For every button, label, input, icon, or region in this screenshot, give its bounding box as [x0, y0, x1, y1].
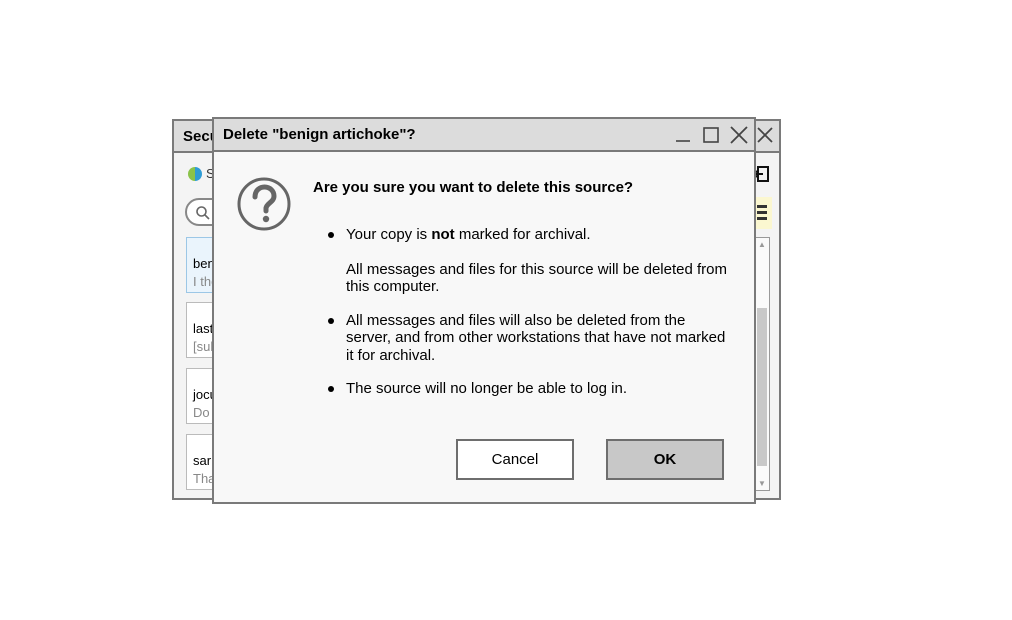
- bullet-dot: [328, 317, 334, 324]
- dialog-headline: Are you sure you want to delete this sou…: [313, 179, 634, 196]
- archival-detail-text: All messages and files for this source w…: [346, 260, 728, 296]
- list-item: Your copy is not marked for archival. Al…: [328, 226, 732, 296]
- maximize-icon[interactable]: [700, 124, 722, 146]
- login-revoked-text: The source will no longer be able to log…: [346, 380, 628, 397]
- consequence-list: Your copy is not marked for archival. Al…: [328, 226, 732, 414]
- source-name: sar: [193, 453, 212, 468]
- server-deletion-text: All messages and files will also be dele…: [346, 311, 726, 364]
- scroll-down-icon[interactable]: ▼: [758, 479, 766, 488]
- source-preview: [sul: [193, 339, 214, 354]
- list-item: The source will no longer be able to log…: [328, 380, 732, 398]
- dialog-title: Delete "benign artichoke"?: [223, 126, 416, 143]
- question-icon: [237, 177, 291, 231]
- minimize-icon[interactable]: [672, 124, 694, 146]
- sync-status[interactable]: S: [188, 166, 215, 181]
- ok-button[interactable]: OK: [606, 439, 724, 480]
- archival-status-text: Your copy is not marked for archival.: [346, 226, 591, 243]
- cancel-button[interactable]: Cancel: [456, 439, 574, 480]
- dialog-titlebar: Delete "benign artichoke"?: [214, 119, 754, 152]
- close-icon[interactable]: [755, 125, 775, 145]
- scroll-thumb[interactable]: [757, 308, 767, 466]
- source-preview: Do: [193, 405, 210, 420]
- bullet-dot: [328, 232, 334, 238]
- conversation-scrollbar[interactable]: ▲ ▼: [753, 237, 770, 491]
- sync-icon: [188, 166, 202, 181]
- list-item: All messages and files will also be dele…: [328, 311, 732, 365]
- delete-source-dialog: Delete "benign artichoke"? Are you sure …: [212, 117, 756, 504]
- bullet-dot: [328, 386, 334, 392]
- search-icon: [196, 206, 210, 220]
- source-name: last: [193, 321, 214, 336]
- close-icon[interactable]: [728, 124, 750, 146]
- scroll-up-icon[interactable]: ▲: [758, 240, 766, 249]
